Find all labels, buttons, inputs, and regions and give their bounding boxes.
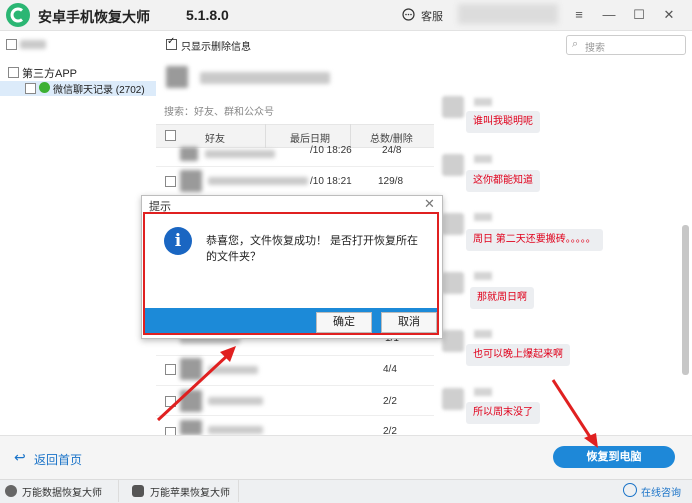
arrow-head-icon (584, 433, 598, 448)
annotation-arrow-left (156, 353, 230, 422)
annotation-arrows (156, 346, 598, 448)
annotation-arrow-right (551, 379, 594, 441)
